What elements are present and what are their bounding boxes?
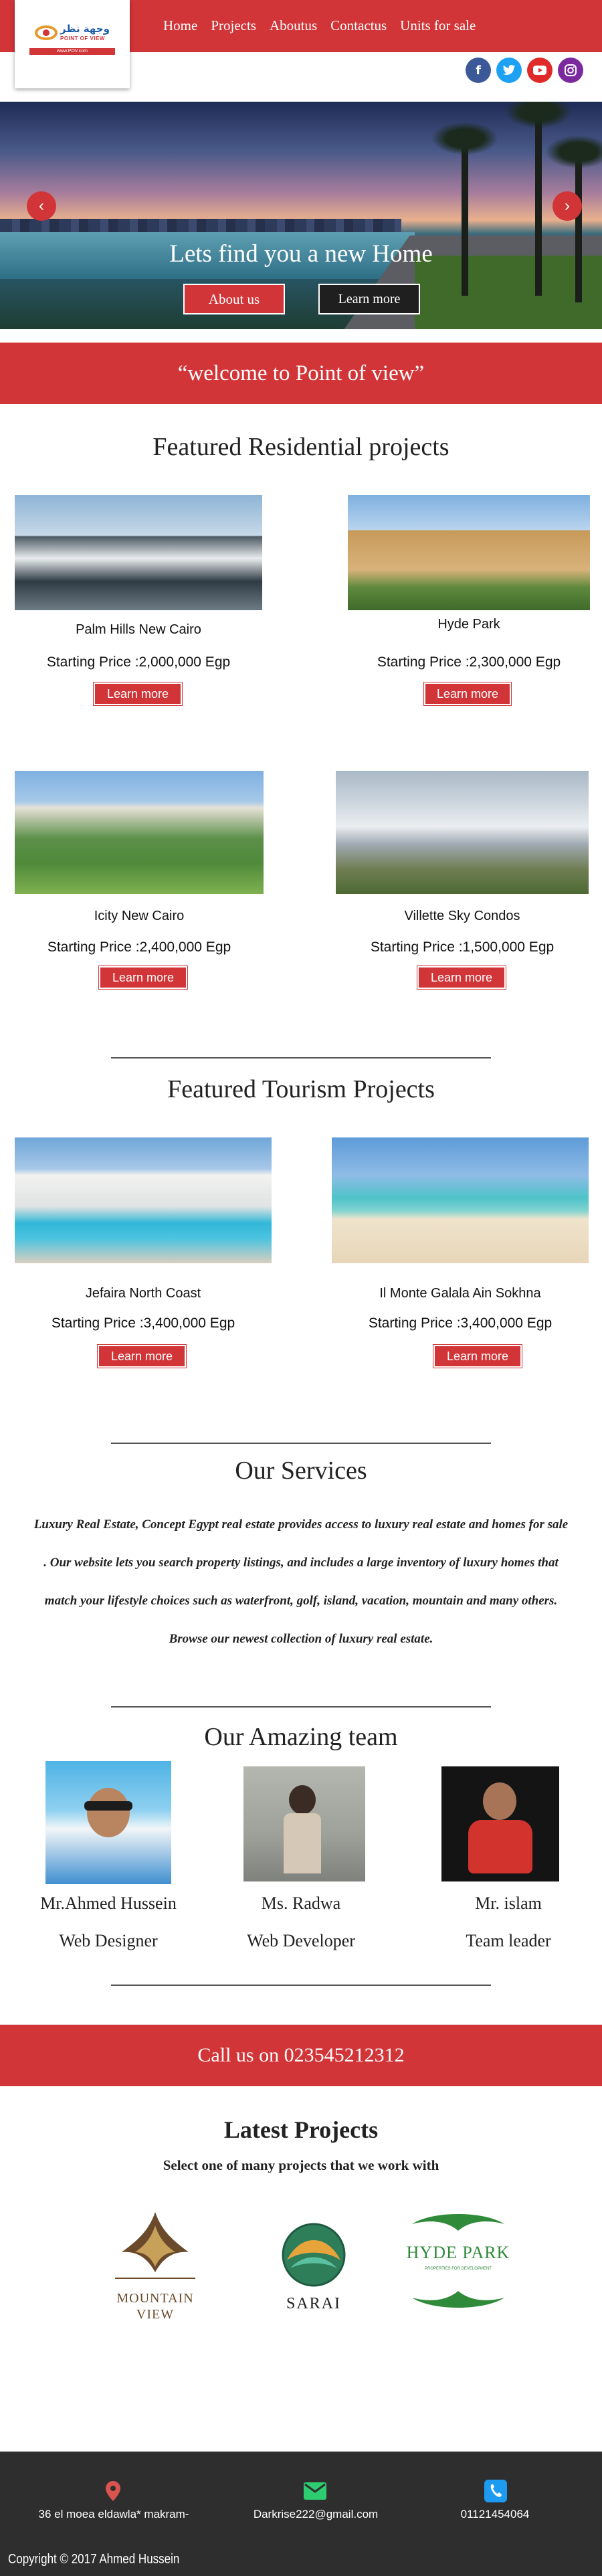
logo-site-text: www.POV.com <box>29 48 115 55</box>
learn-more-button[interactable]: Learn more <box>417 965 506 990</box>
project-name: Palm Hills New Cairo <box>76 622 201 637</box>
figure <box>468 1820 532 1873</box>
mountain-view-emblem-icon <box>115 2212 195 2279</box>
project-image-jefaira[interactable] <box>15 1137 272 1263</box>
logo-text: HYDE PARK <box>406 2243 510 2262</box>
hero-banner-image <box>0 102 602 329</box>
figure <box>284 1813 321 1873</box>
nav-projects[interactable]: Projects <box>211 17 256 34</box>
logo-text: VIEW <box>136 2307 175 2322</box>
services-section-title: Our Services <box>235 1457 367 1485</box>
sunglasses-icon <box>84 1801 132 1811</box>
project-price: Starting Price :1,500,000 Egp <box>370 939 555 955</box>
divider <box>111 1443 491 1444</box>
skyline <box>0 219 401 234</box>
learn-more-button[interactable]: Learn more <box>97 1344 187 1368</box>
project-price: Starting Price :2,300,000 Egp <box>377 654 561 670</box>
nav-units-for-sale[interactable]: Units for sale <box>400 17 476 34</box>
call-banner: Call us on 023545212312 <box>0 2025 602 2086</box>
team-member-name: Ms. Radwa <box>261 1894 341 1913</box>
project-name: Hyde Park <box>437 617 500 632</box>
footer-email[interactable]: Darkrise222@gmail.com <box>229 2508 403 2521</box>
team-photo-islam <box>441 1766 559 1881</box>
project-name: Jefaira North Coast <box>85 1286 201 1301</box>
phone-icon <box>484 2480 507 2502</box>
team-photo-ahmed <box>45 1761 171 1884</box>
avatar <box>483 1782 516 1820</box>
palm-tree <box>505 102 572 296</box>
nav-aboutus[interactable]: Aboutus <box>270 17 317 34</box>
hero-title: Lets find you a new Home <box>169 240 433 268</box>
project-image-palm-hills[interactable] <box>15 495 262 610</box>
latest-section-title: Latest Projects <box>223 2116 379 2143</box>
team-member-name: Mr. islam <box>475 1894 542 1913</box>
palm-tree <box>545 135 602 302</box>
logo-english-text: POINT OF VIEW <box>60 35 105 41</box>
twitter-icon[interactable] <box>496 58 522 83</box>
carousel-prev-button[interactable]: ‹ <box>27 191 56 221</box>
learn-more-button[interactable]: Learn more <box>98 965 188 990</box>
team-section-title: Our Amazing team <box>204 1723 398 1751</box>
project-image-villette[interactable] <box>336 771 589 894</box>
avatar <box>289 1785 316 1815</box>
copyright: Copyright © 2017 Ahmed Hussein <box>8 2552 180 2567</box>
project-image-hyde-park[interactable] <box>348 495 590 610</box>
logo-text: SARAI <box>286 2295 341 2312</box>
project-image-icity[interactable] <box>15 771 264 894</box>
footer: 36 el moea eldawla* makram- Darkrise222@… <box>0 2452 602 2576</box>
sarai-logo[interactable]: SARAI <box>270 2220 357 2320</box>
nav-contactus[interactable]: Contactus <box>330 17 387 34</box>
nav-home[interactable]: Home <box>163 17 197 34</box>
logo-text: MOUNTAIN <box>116 2291 194 2306</box>
main-nav: Home Projects Aboutus Contactus Units fo… <box>163 17 476 34</box>
hero-learn-more-button[interactable]: Learn more <box>318 284 420 314</box>
sarai-emblem-icon <box>282 2223 346 2287</box>
eye-logo-icon <box>35 25 58 40</box>
team-photo-radwa <box>243 1766 365 1881</box>
project-price: Starting Price :3,400,000 Egp <box>51 1315 235 1331</box>
email-icon <box>304 2480 326 2502</box>
divider <box>111 1057 491 1059</box>
carousel-next-button[interactable]: › <box>553 191 582 221</box>
services-description: Luxury Real Estate, Concept Egypt real e… <box>33 1517 569 1646</box>
palm-tree <box>431 122 498 296</box>
latest-subtitle: Select one of many projects that we work… <box>163 2157 439 2173</box>
logo-subtext: PROPERTIES FOR DEVELOPMENT <box>425 2267 492 2271</box>
hyde-park-logo[interactable]: HYDE PARK PROPERTIES FOR DEVELOPMENT <box>399 2211 518 2318</box>
team-member-name: Mr.Ahmed Hussein <box>40 1894 177 1913</box>
avatar <box>87 1788 130 1837</box>
project-name: Icity New Cairo <box>94 909 185 923</box>
social-links: f <box>466 58 583 83</box>
instagram-icon[interactable] <box>558 58 583 83</box>
team-member-role: Team leader <box>466 1931 551 1950</box>
team-member-role: Web Designer <box>59 1931 158 1950</box>
divider <box>111 1706 491 1708</box>
divider <box>111 1985 491 1986</box>
project-name: Il Monte Galala Ain Sokhna <box>379 1286 541 1301</box>
residential-section-title: Featured Residential projects <box>153 433 449 461</box>
mountain-view-logo[interactable]: MOUNTAIN VIEW <box>95 2205 215 2332</box>
footer-address: 36 el moea eldawla* makram- <box>38 2508 189 2520</box>
logo-arabic-text: وجهة نظر <box>60 23 110 35</box>
learn-more-button[interactable]: Learn more <box>93 682 183 706</box>
location-pin-icon <box>102 2480 124 2502</box>
youtube-icon[interactable] <box>527 58 553 83</box>
team-member-role: Web Developer <box>247 1931 355 1950</box>
tourism-section-title: Featured Tourism Projects <box>167 1075 435 1103</box>
learn-more-button[interactable]: Learn more <box>433 1344 522 1368</box>
project-price: Starting Price :2,000,000 Egp <box>46 654 231 670</box>
about-us-button[interactable]: About us <box>183 284 285 314</box>
project-name: Villette Sky Condos <box>404 909 520 923</box>
footer-phone[interactable]: 01121454064 <box>408 2508 582 2521</box>
project-price: Starting Price :2,400,000 Egp <box>47 939 231 955</box>
project-price: Starting Price :3,400,000 Egp <box>368 1315 553 1331</box>
learn-more-button[interactable]: Learn more <box>423 682 512 706</box>
facebook-icon[interactable]: f <box>466 58 491 83</box>
welcome-banner: “welcome to Point of view” <box>0 343 602 404</box>
project-image-il-monte-galala[interactable] <box>332 1137 589 1263</box>
site-logo[interactable]: وجهة نظر POINT OF VIEW www.POV.com <box>15 0 130 88</box>
